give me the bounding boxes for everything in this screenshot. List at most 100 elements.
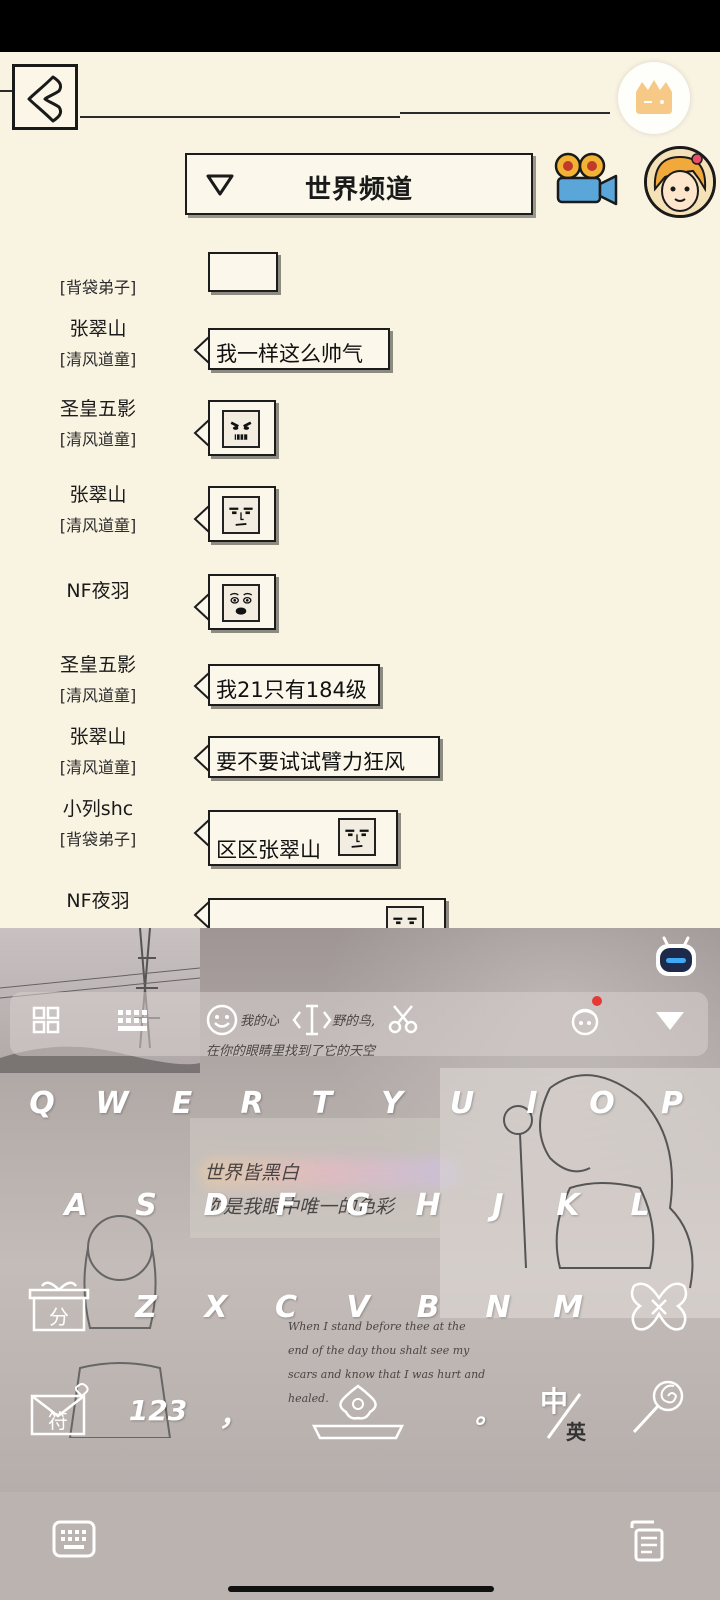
avatar-portrait-icon <box>647 149 713 215</box>
sender-tag: [清风道童] <box>59 350 137 369</box>
keyboard-icon[interactable] <box>52 1520 96 1558</box>
sender-name[interactable]: 张翠山 <box>8 314 188 341</box>
sender-tag: [背袋弟子] <box>59 830 137 849</box>
key-w[interactable]: W <box>84 1086 140 1121</box>
shift-label: 分 <box>49 1305 69 1329</box>
key-f[interactable]: F <box>258 1188 314 1223</box>
key-r[interactable]: R <box>224 1086 280 1121</box>
key-n[interactable]: N <box>470 1290 526 1325</box>
chat-bubble[interactable]: 我21只有184级 <box>208 664 380 706</box>
game-chat-screen: 世界频道 [背袋弟子] 张翠山 [清风道童] 我一样这么帅气 圣皇五影 [清风道… <box>0 52 720 928</box>
theme-text: 野的鸟, <box>332 1014 376 1029</box>
sender-tag: [背袋弟子] <box>59 278 137 297</box>
theme-text: 在你的眼睛里找到了它的天空 <box>206 1044 376 1059</box>
sender-tag: [清风道童] <box>59 516 137 535</box>
video-camera-icon[interactable] <box>552 152 620 208</box>
sender-tag: [清风道童] <box>59 430 137 449</box>
key-k[interactable]: K <box>540 1188 596 1223</box>
message-text: 我21只有184级 <box>216 678 367 702</box>
sender-name[interactable]: NF夜羽 <box>8 886 188 913</box>
key-y[interactable]: Y <box>364 1086 420 1121</box>
shift-gift-icon[interactable]: 分 <box>28 1278 90 1334</box>
key-v[interactable]: V <box>330 1290 386 1325</box>
key-h[interactable]: H <box>400 1188 456 1223</box>
enter-lollipop-icon[interactable] <box>628 1376 690 1438</box>
chat-bubble[interactable] <box>208 898 446 928</box>
header-rule <box>80 116 400 118</box>
sender-name[interactable]: 圣皇五影 <box>8 394 188 421</box>
assistant-robot-icon[interactable] <box>652 932 700 980</box>
key-c[interactable]: C <box>258 1290 314 1325</box>
chat-bubble[interactable]: 我一样这么帅气 <box>208 328 390 370</box>
chat-bubble[interactable] <box>208 400 276 456</box>
theme-text: 我的心 <box>240 1014 280 1029</box>
channel-selector[interactable]: 世界频道 <box>185 153 533 215</box>
theme-avatar-icon[interactable] <box>568 1004 602 1038</box>
key-a[interactable]: A <box>48 1188 104 1223</box>
back-button[interactable] <box>12 64 78 130</box>
key-b[interactable]: B <box>400 1290 456 1325</box>
sender-name[interactable]: 圣皇五影 <box>8 650 188 677</box>
key-m[interactable]: M <box>540 1290 596 1325</box>
surprised-face-emote-icon <box>222 584 260 622</box>
theme-text: 世界皆黑白 <box>204 1162 300 1184</box>
chat-bubble[interactable]: 区区张翠山 <box>208 810 398 866</box>
collapse-keyboard-icon[interactable] <box>654 1010 686 1032</box>
chat-bubble[interactable]: 要不要试试臂力狂风 <box>208 736 440 778</box>
key-g[interactable]: G <box>330 1188 386 1223</box>
symbol-envelope-icon[interactable]: 符 <box>26 1382 90 1438</box>
emoji-icon[interactable] <box>206 1004 238 1036</box>
message-text: 要不要试试臂力狂风 <box>216 750 405 774</box>
lang-en-label[interactable]: 英 <box>548 1416 604 1445</box>
message-text: 我一样这么帅气 <box>216 342 363 366</box>
key-numbers[interactable]: 123 <box>118 1394 198 1427</box>
message-text: 区区张翠山 <box>216 838 321 862</box>
scissors-icon[interactable] <box>388 1004 418 1034</box>
key-x[interactable]: X <box>188 1290 244 1325</box>
chat-bubble[interactable] <box>208 486 276 542</box>
key-o[interactable]: O <box>574 1086 630 1121</box>
key-comma[interactable]: ， <box>206 1390 262 1434</box>
chat-bubble[interactable] <box>208 574 276 630</box>
sender-name[interactable]: 张翠山 <box>8 722 188 749</box>
key-j[interactable]: J <box>470 1188 526 1223</box>
backspace-butterfly-icon[interactable] <box>628 1278 690 1336</box>
key-q[interactable]: Q <box>14 1086 70 1121</box>
sender-tag: [清风道童] <box>59 686 137 705</box>
angry-face-emote-icon <box>222 410 260 448</box>
key-u[interactable]: U <box>434 1086 490 1121</box>
smug-face-emote-icon <box>222 496 260 534</box>
text-cursor-icon[interactable] <box>292 1002 332 1038</box>
clipboard-icon[interactable] <box>624 1520 666 1562</box>
key-period[interactable]: 。 <box>460 1394 516 1431</box>
smug-face-emote-icon <box>338 818 376 856</box>
floating-assistant-button[interactable] <box>618 62 690 134</box>
key-e[interactable]: E <box>154 1086 210 1121</box>
home-indicator[interactable] <box>228 1586 494 1592</box>
space-flower-icon[interactable] <box>310 1376 406 1442</box>
key-l[interactable]: L <box>612 1188 668 1223</box>
header-rule <box>400 112 610 114</box>
grid-menu-icon[interactable] <box>32 1006 60 1034</box>
sender-name[interactable]: NF夜羽 <box>8 576 188 603</box>
player-avatar[interactable] <box>644 146 716 218</box>
key-t[interactable]: T <box>294 1086 350 1121</box>
key-p[interactable]: P <box>644 1086 700 1121</box>
smug-face-emote-icon <box>386 906 424 928</box>
status-bar <box>0 0 720 52</box>
key-z[interactable]: Z <box>118 1290 174 1325</box>
key-i[interactable]: I <box>504 1086 560 1121</box>
soft-keyboard: 我的心 野的鸟, 在你的眼睛里找到了它的天空 世界皆黑白 你是我眼中唯一的色彩 … <box>0 928 720 1492</box>
notification-dot <box>592 996 602 1006</box>
key-d[interactable]: D <box>188 1188 244 1223</box>
header-rule <box>0 90 12 92</box>
keyboard-nav-bar <box>0 1492 720 1600</box>
chat-bubble[interactable] <box>208 252 278 292</box>
keyboard-layout-icon[interactable] <box>116 1008 150 1034</box>
game-controller-icon <box>636 80 672 114</box>
symbol-label: 符 <box>48 1409 68 1433</box>
sender-name[interactable]: 小列shc <box>8 794 188 821</box>
key-s[interactable]: S <box>118 1188 174 1223</box>
sender-name[interactable]: 张翠山 <box>8 480 188 507</box>
back-arrow-icon <box>27 75 63 123</box>
